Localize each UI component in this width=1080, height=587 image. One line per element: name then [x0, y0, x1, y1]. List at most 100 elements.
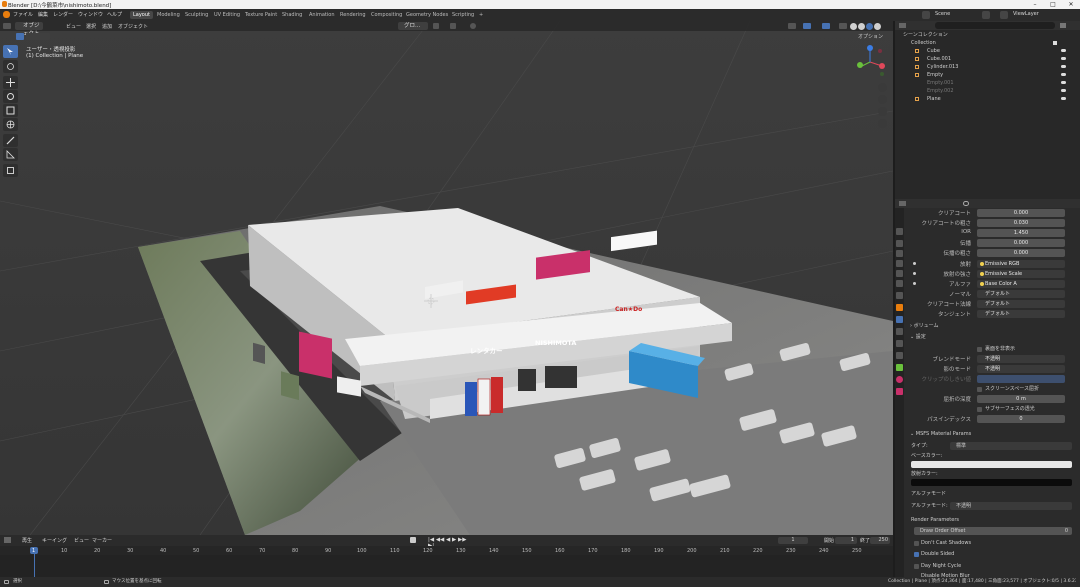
collection-checkbox-icon[interactable]: [1053, 41, 1057, 45]
filter-icon[interactable]: [1060, 23, 1066, 28]
tab-rendering[interactable]: Rendering: [337, 11, 369, 19]
material-tab-icon[interactable]: [896, 376, 903, 383]
pass-index-field[interactable]: 0: [977, 415, 1065, 423]
start-frame-field[interactable]: 1: [835, 537, 857, 544]
menu-window[interactable]: ウィンドウ: [78, 11, 103, 18]
visibility-icon[interactable]: [788, 23, 796, 29]
eye-icon[interactable]: [1061, 97, 1066, 100]
menu-view[interactable]: ビュー: [66, 23, 81, 30]
blender-menu-icon[interactable]: [3, 11, 10, 18]
base-color-swatch[interactable]: [911, 461, 1072, 468]
clearcoat-field[interactable]: 0.000: [977, 209, 1065, 217]
maximize-button[interactable]: □: [1044, 0, 1062, 9]
scene-collection-row[interactable]: シーンコレクション: [895, 31, 1080, 39]
menu-select[interactable]: 選択: [86, 23, 96, 30]
select-mode-buttons[interactable]: [26, 33, 50, 40]
timeline-editor-icon[interactable]: [4, 537, 11, 543]
type-dropdown[interactable]: 標準: [950, 442, 1072, 450]
record-icon[interactable]: [410, 537, 416, 543]
emission-field[interactable]: Emissive RGB: [977, 260, 1065, 268]
world-tab-icon[interactable]: [896, 280, 903, 287]
add-cube-tool-button[interactable]: [3, 164, 18, 177]
tab-layout[interactable]: Layout: [130, 11, 153, 19]
close-button[interactable]: ✕: [1062, 0, 1080, 9]
eye-icon[interactable]: [1061, 89, 1066, 92]
collection-tab-icon[interactable]: [896, 292, 903, 299]
physics-tab-icon[interactable]: [896, 340, 903, 347]
settings-panel-header[interactable]: ⌄ 設定: [910, 333, 926, 341]
outliner-editor-icon[interactable]: [899, 23, 906, 28]
menu-help[interactable]: ヘルプ: [107, 11, 122, 18]
shading-rendered-icon[interactable]: [874, 23, 881, 30]
expand-icon[interactable]: [913, 262, 916, 265]
alpha-field[interactable]: Base Color A: [977, 280, 1065, 288]
msfs-panel-header[interactable]: ⌄ MSFS Material Params: [910, 430, 971, 438]
constraints-tab-icon[interactable]: [896, 352, 903, 359]
double-sided-checkbox[interactable]: [914, 552, 919, 557]
outliner-item[interactable]: Empty: [895, 71, 1080, 79]
ortho-grid-icon[interactable]: [878, 119, 887, 128]
backface-culling-checkbox[interactable]: [977, 347, 982, 352]
alpha-mode-dropdown[interactable]: 不透明: [950, 502, 1072, 510]
menu-edit[interactable]: 編集: [38, 11, 48, 18]
viewlayer-name[interactable]: ViewLayer: [1013, 11, 1039, 17]
expand-icon[interactable]: [913, 272, 916, 275]
overlay-toggle-icon[interactable]: [822, 23, 830, 29]
gizmo-toggle-icon[interactable]: [803, 23, 811, 29]
outliner-item[interactable]: Cube: [895, 47, 1080, 55]
select-tool-button[interactable]: [3, 45, 18, 58]
tab-scripting[interactable]: Scripting: [449, 11, 477, 19]
playback-menu[interactable]: 再生: [22, 537, 32, 544]
tab-animation[interactable]: Animation: [306, 11, 338, 19]
proportional-edit-icon[interactable]: [470, 23, 476, 29]
menu-render[interactable]: レンダー: [53, 11, 73, 18]
snap-icon[interactable]: [450, 23, 456, 29]
eye-icon[interactable]: [1061, 57, 1066, 60]
blend-mode-dropdown[interactable]: 不透明: [977, 355, 1065, 363]
scene-icon[interactable]: [922, 11, 930, 19]
viewlayer-icon[interactable]: [1000, 11, 1008, 19]
tab-uv-editing[interactable]: UV Editing: [211, 11, 243, 19]
transform-tool-button[interactable]: [3, 118, 18, 131]
tab-modeling[interactable]: Modeling: [154, 11, 183, 19]
outliner-item[interactable]: Plane: [895, 95, 1080, 103]
object-tab-icon[interactable]: [896, 304, 903, 311]
tangent-field[interactable]: デフォルト: [977, 310, 1065, 318]
transmission-roughness-field[interactable]: 0.000: [977, 249, 1065, 257]
marker-menu[interactable]: マーカー: [92, 537, 112, 544]
outliner-search-input[interactable]: [935, 22, 1055, 29]
modifier-tab-icon[interactable]: [896, 316, 903, 323]
keying-menu[interactable]: キーイング: [42, 537, 67, 544]
current-frame-field[interactable]: 1: [778, 537, 808, 544]
data-tab-icon[interactable]: [896, 364, 903, 371]
tab-geometry-nodes[interactable]: Geometry Nodes: [403, 11, 451, 19]
outliner-item[interactable]: Cylinder.013: [895, 63, 1080, 71]
shading-wireframe-icon[interactable]: [850, 23, 857, 30]
eye-icon[interactable]: [1061, 81, 1066, 84]
texture-tab-icon[interactable]: [896, 388, 903, 395]
3d-viewport[interactable]: NISHIMOTA レンタカー Can★Do: [0, 21, 893, 535]
transmission-field[interactable]: 0.000: [977, 239, 1065, 247]
menu-file[interactable]: ファイル: [13, 11, 33, 18]
rotate-tool-button[interactable]: [3, 90, 18, 103]
select-mode-icon[interactable]: [16, 33, 24, 40]
add-workspace-button[interactable]: +: [476, 11, 486, 19]
emission-strength-field[interactable]: Emissive Scale: [977, 270, 1065, 278]
measure-tool-button[interactable]: [3, 148, 18, 161]
pivot-icon[interactable]: [433, 23, 439, 29]
copy-scene-icon[interactable]: [982, 11, 990, 19]
move-tool-button[interactable]: [3, 76, 18, 89]
render-tab-icon[interactable]: [896, 240, 903, 247]
tab-texture-paint[interactable]: Texture Paint: [242, 11, 280, 19]
clip-threshold-slider[interactable]: [977, 375, 1065, 383]
shading-solid-icon[interactable]: [858, 23, 865, 30]
mode-dropdown[interactable]: オブジェクト: [15, 22, 43, 37]
pan-hand-icon[interactable]: [878, 95, 887, 104]
scene-name[interactable]: Scene: [935, 11, 950, 17]
minimize-button[interactable]: –: [1026, 0, 1044, 9]
tab-sculpting[interactable]: Sculpting: [182, 11, 211, 19]
shading-material-icon[interactable]: [866, 23, 873, 30]
refraction-depth-field[interactable]: 0 m: [977, 395, 1065, 403]
options-dropdown[interactable]: オプション: [858, 33, 883, 40]
screen-space-refraction-checkbox[interactable]: [977, 387, 982, 392]
